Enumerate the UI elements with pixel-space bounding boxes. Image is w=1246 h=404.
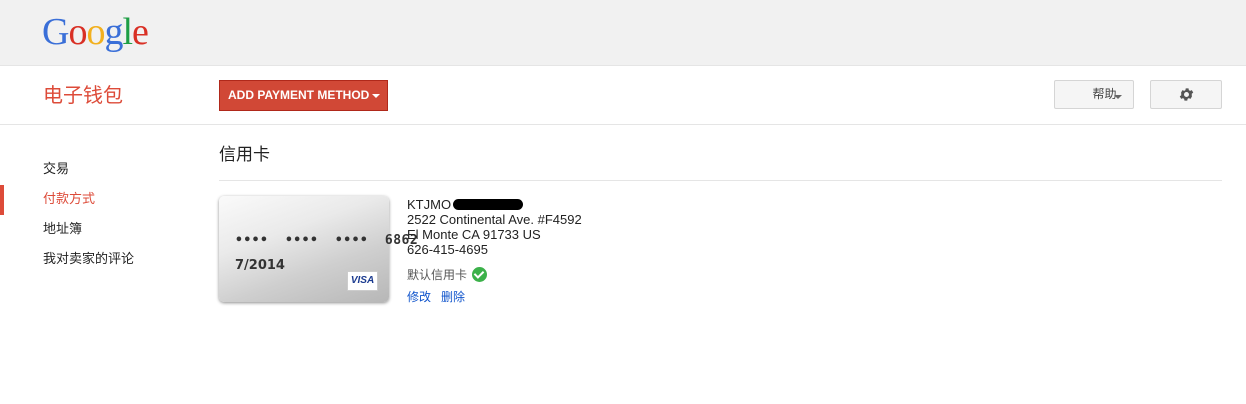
help-label: 帮助 [1092,87,1117,101]
add-payment-method-label: ADD PAYMENT METHOD [228,88,370,102]
gear-icon [1179,88,1194,101]
section-divider [219,180,1222,181]
default-card-row: 默认信用卡 [407,267,582,283]
redaction-mark [453,199,524,210]
cardholder-name-row: KTJMO [407,197,582,212]
address-line-2: El Monte CA 91733 US [407,227,541,242]
default-card-label: 默认信用卡 [407,268,468,282]
visa-logo-icon: VISA [347,271,378,291]
sidebar-item-address-book[interactable]: 地址簿 [0,215,200,245]
edit-link[interactable]: 修改 [407,290,431,304]
sidebar-item-transactions[interactable]: 交易 [0,155,200,185]
card-number: •••• •••• •••• 6862 [235,233,419,248]
sidebar-item-seller-reviews[interactable]: 我对卖家的评论 [0,245,200,275]
caret-down-icon [1114,95,1122,99]
sidebar-item-payment-methods[interactable]: 付款方式 [0,185,200,215]
section-title: 信用卡 [219,145,270,165]
caret-down-icon [372,94,380,98]
logo-letter: e [132,11,149,53]
logo-letter: l [122,11,133,53]
logo-letter: g [104,11,123,53]
card-expiry: 7/2014 [235,258,285,273]
cardholder-name: KTJMO [407,197,452,212]
sidebar-nav: 交易 付款方式 地址簿 我对卖家的评论 [0,155,200,275]
address-line-1: 2522 Continental Ave. #F4592 [407,212,582,227]
credit-card-image: •••• •••• •••• 6862 7/2014 VISA [219,196,418,302]
settings-button[interactable] [1150,80,1222,109]
phone-number: 626-415-4695 [407,242,488,257]
app-title: 电子钱包 [43,83,123,107]
app-bar: 电子钱包 ADD PAYMENT METHOD 帮助 [0,66,1246,125]
help-button[interactable]: 帮助 [1054,80,1134,109]
logo-letter: o [68,11,87,53]
card-actions: 修改 删除 [407,288,582,305]
logo-letter: o [86,11,105,53]
card-details: KTJMO 2522 Continental Ave. #F4592 El Mo… [407,197,582,305]
google-logo[interactable]: Google [42,10,149,54]
add-payment-method-button[interactable]: ADD PAYMENT METHOD [219,80,388,111]
top-bar: Google [0,0,1246,66]
check-circle-icon [472,267,488,282]
logo-letter: G [42,11,69,53]
delete-link[interactable]: 删除 [441,290,465,304]
